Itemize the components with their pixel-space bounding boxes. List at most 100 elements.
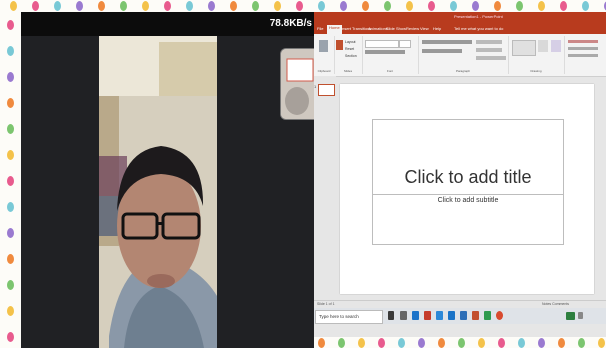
layout-button[interactable]: Layout	[345, 40, 356, 44]
polka-dot	[98, 1, 105, 11]
edge-icon[interactable]	[412, 311, 419, 320]
shapes-gallery[interactable]	[512, 40, 536, 56]
select-button[interactable]	[568, 54, 598, 57]
tab-review[interactable]: Review	[406, 26, 419, 31]
align-text-button[interactable]	[476, 48, 502, 52]
polka-dot	[362, 1, 369, 11]
polka-dot	[406, 1, 413, 11]
participant-video	[99, 36, 217, 348]
font-format-buttons[interactable]	[365, 50, 405, 54]
group-label-slides: Slides	[343, 69, 353, 73]
start-icon[interactable]	[388, 311, 394, 320]
tray-network-icon[interactable]	[578, 312, 583, 319]
taskbar-search-placeholder: Type here to search	[319, 314, 359, 319]
taskbar-search[interactable]: Type here to search	[315, 310, 383, 324]
mail-icon[interactable]	[448, 311, 455, 320]
new-slide-icon[interactable]	[336, 40, 343, 50]
font-name-select[interactable]	[365, 40, 399, 48]
polka-dot	[450, 1, 457, 11]
tab-file[interactable]: File	[317, 26, 323, 31]
tab-help[interactable]: Help	[433, 26, 441, 31]
ppt-title-bar: Presentation1 - PowerPoint	[314, 12, 606, 24]
align-buttons[interactable]	[422, 49, 462, 53]
polka-dot	[538, 338, 545, 348]
participant-video-frame	[99, 36, 217, 348]
tab-home[interactable]: Home	[327, 25, 342, 34]
polka-dot	[252, 1, 259, 11]
polka-dot	[358, 338, 365, 348]
polka-dot	[296, 1, 303, 11]
powerpoint-window: Presentation1 - PowerPoint File Home Ins…	[314, 12, 606, 337]
polka-dot	[76, 1, 83, 11]
polka-dot	[7, 46, 14, 56]
polka-dot	[458, 338, 465, 348]
polka-dot	[498, 338, 505, 348]
polka-dot	[378, 338, 385, 348]
tell-me-search[interactable]: Tell me what you want to do	[454, 26, 503, 31]
polka-dot	[32, 1, 39, 11]
polka-dot	[7, 332, 14, 342]
task-view-icon[interactable]	[400, 311, 407, 320]
excel-icon[interactable]	[484, 311, 491, 320]
paste-icon[interactable]	[319, 40, 328, 52]
quick-styles-button[interactable]	[551, 40, 561, 52]
polka-dot	[7, 20, 14, 30]
ribbon-tabs: File Home Insert Transitions Animations …	[314, 24, 606, 34]
polka-dot	[340, 1, 347, 11]
subtitle-placeholder[interactable]: Click to add subtitle	[372, 194, 564, 245]
polka-dot	[7, 306, 14, 316]
group-label-clipboard: Clipboard	[317, 69, 331, 73]
polka-dot	[384, 1, 391, 11]
text-direction-button[interactable]	[476, 40, 502, 44]
title-placeholder[interactable]: Click to add title	[372, 119, 564, 195]
store-icon[interactable]	[436, 311, 443, 320]
status-notes-comments[interactable]: Notes Comments	[542, 302, 569, 306]
office-icon[interactable]	[424, 311, 431, 320]
polka-dot	[164, 1, 171, 11]
polka-dot	[478, 338, 485, 348]
polka-dot	[318, 338, 325, 348]
arrange-button[interactable]	[538, 40, 548, 52]
list-buttons[interactable]	[422, 40, 472, 44]
slide-number: 1	[314, 84, 317, 89]
font-size-select[interactable]	[399, 40, 411, 48]
tab-insert[interactable]: Insert	[341, 26, 351, 31]
tab-slide-show[interactable]: Slide Show	[386, 26, 406, 31]
find-button[interactable]	[568, 40, 598, 43]
section-button[interactable]: Section	[345, 54, 357, 58]
windows-taskbar: Type here to search	[314, 308, 606, 324]
ribbon-group-editing	[564, 36, 606, 74]
slide-thumbnail[interactable]	[318, 84, 335, 96]
ribbon-group-paragraph: Paragraph	[418, 36, 509, 74]
powerpoint-icon[interactable]	[472, 311, 479, 320]
ribbon-group-drawing: Drawing	[508, 36, 565, 74]
polka-dot	[418, 338, 425, 348]
word-icon[interactable]	[460, 311, 467, 320]
tab-view[interactable]: View	[420, 26, 429, 31]
replace-button[interactable]	[568, 47, 598, 50]
slide-thumbnails-pane: 1	[314, 76, 336, 308]
chrome-icon[interactable]	[496, 311, 503, 320]
polka-dot	[560, 1, 567, 11]
slide-canvas[interactable]: Click to add title Click to add subtitle	[340, 84, 594, 294]
polka-dot	[230, 1, 237, 11]
ribbon-home: Clipboard Layout Reset Section Slides Fo…	[314, 34, 606, 77]
polka-dot	[208, 1, 215, 11]
polka-dot	[338, 338, 345, 348]
title-placeholder-text: Click to add title	[404, 167, 532, 187]
video-call-panel: 78.8KB/s	[21, 12, 314, 348]
polka-dot	[7, 254, 14, 264]
polka-dot	[318, 1, 325, 11]
smartart-button[interactable]	[476, 56, 506, 60]
polka-dot	[142, 1, 149, 11]
tray-app-icon[interactable]	[566, 312, 575, 320]
polka-dot	[538, 1, 545, 11]
polka-dot	[7, 202, 14, 212]
self-view-thumbnail[interactable]	[280, 48, 314, 120]
tab-animations[interactable]: Animations	[368, 26, 388, 31]
reset-button[interactable]: Reset	[345, 47, 354, 51]
document-title: Presentation1 - PowerPoint	[454, 14, 503, 19]
polka-dot	[398, 338, 405, 348]
polka-dot	[7, 176, 14, 186]
group-label-drawing: Drawing	[530, 69, 542, 73]
